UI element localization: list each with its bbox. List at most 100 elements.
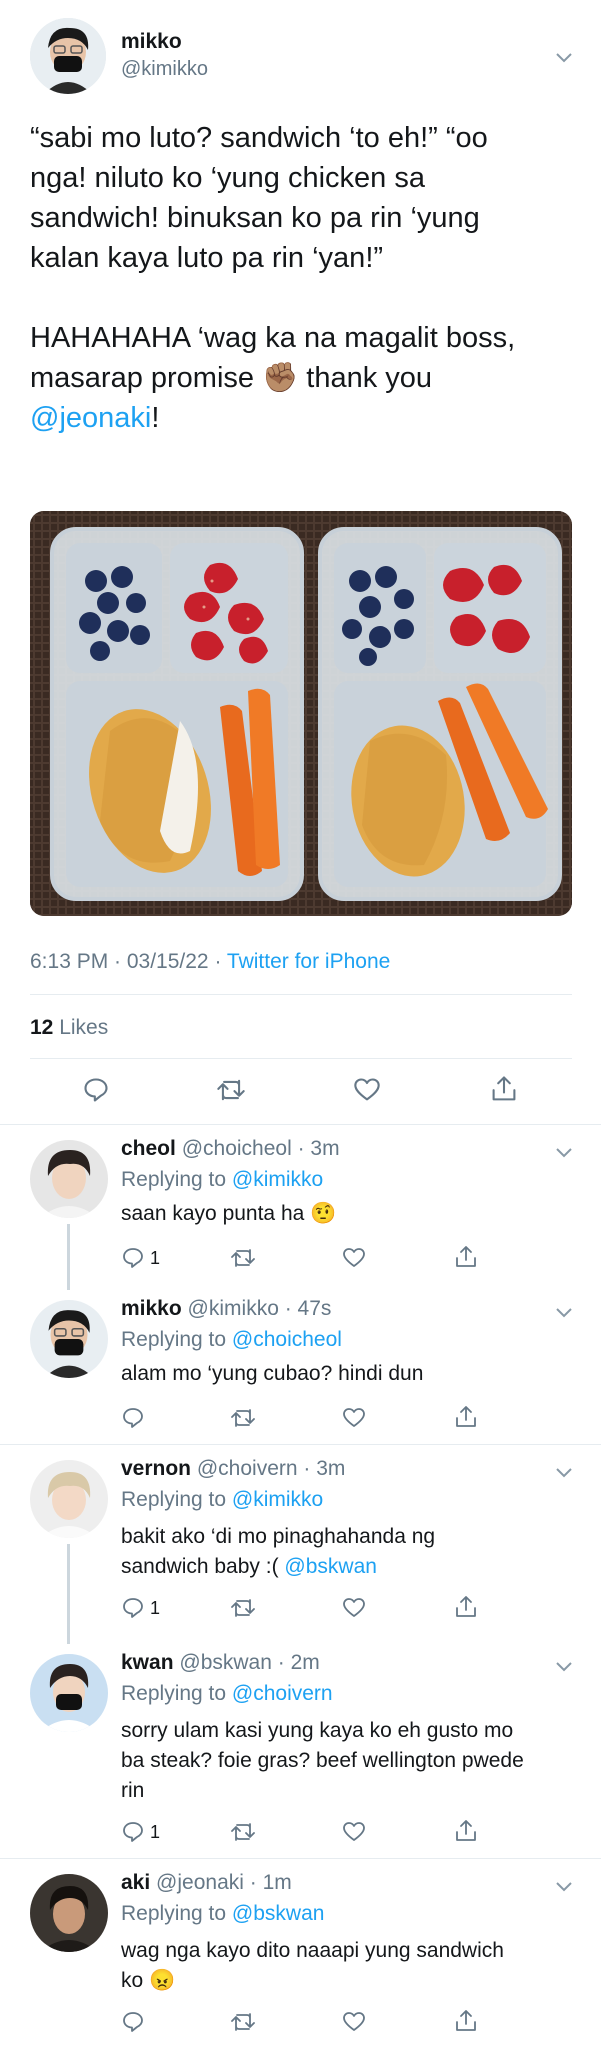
reply-icon[interactable] <box>121 1596 145 1620</box>
reply-author-handle[interactable]: @choicheol <box>182 1137 292 1160</box>
retweet-icon[interactable] <box>230 1820 256 1844</box>
replying-to: Replying to @bskwan <box>121 1902 325 1925</box>
reply-author-handle[interactable]: @bskwan <box>179 1651 272 1674</box>
reply-count: 1 <box>150 1822 161 1842</box>
author-handle[interactable]: @kimikko <box>121 58 208 81</box>
thread-line <box>67 1224 70 1290</box>
reply-time: · 2m <box>271 1651 320 1674</box>
chevron-down-icon[interactable] <box>556 50 572 63</box>
reply-header: vernon @choivern · 3m <box>121 1457 345 1481</box>
reply-author-name[interactable]: cheol <box>121 1137 176 1160</box>
reply-text: bakit ako ‘di mo pinaghahanda ng sandwic… <box>121 1525 436 1578</box>
likes-stat[interactable]: 12 Likes <box>30 1016 108 1040</box>
reply-header: kwan @bskwan · 2m <box>121 1651 320 1675</box>
reply-header: cheol @choicheol · 3m <box>121 1137 340 1161</box>
tweet-text: “sabi mo luto? sandwich ‘to eh!” “oo nga… <box>30 118 575 438</box>
reply-author-handle[interactable]: @jeonaki <box>156 1871 244 1894</box>
share-icon[interactable] <box>454 1404 478 1430</box>
chevron-down-icon[interactable] <box>556 1879 572 1892</box>
replying-to-link[interactable]: @choivern <box>232 1682 333 1705</box>
reply-icon[interactable] <box>82 1076 110 1104</box>
mention-link[interactable]: @bskwan <box>284 1555 377 1578</box>
retweet-icon[interactable] <box>230 2010 256 2034</box>
reply-author-handle[interactable]: @kimikko <box>188 1297 279 1320</box>
tweet-text-line: sandwich! binuksan ko pa rin ‘yung <box>30 202 480 234</box>
reply-author-handle[interactable]: @choivern <box>197 1457 298 1480</box>
like-icon[interactable] <box>342 2010 366 2034</box>
reply-count: 1 <box>150 1598 161 1618</box>
likes-label: Likes <box>59 1016 109 1039</box>
replying-to: Replying to @kimikko <box>121 1168 324 1191</box>
like-icon[interactable] <box>353 1076 381 1104</box>
like-icon[interactable] <box>342 1820 366 1844</box>
reply-count: 1 <box>150 1248 161 1268</box>
share-icon[interactable] <box>490 1074 518 1104</box>
reply-author-name[interactable]: aki <box>121 1871 150 1894</box>
thread-line <box>67 1544 70 1644</box>
reply-text: saan kayo punta ha 🤨 <box>121 1202 337 1225</box>
reply-text: alam mo ‘yung cubao? hindi dun <box>121 1362 424 1385</box>
retweet-icon[interactable] <box>230 1246 256 1270</box>
divider <box>30 1058 572 1059</box>
mention-link[interactable]: @jeonaki <box>30 402 151 434</box>
divider <box>30 994 572 995</box>
divider <box>0 1858 601 1859</box>
share-icon[interactable] <box>454 1594 478 1620</box>
author-avatar[interactable] <box>30 18 106 94</box>
share-icon[interactable] <box>454 1244 478 1270</box>
like-icon[interactable] <box>342 1406 366 1430</box>
tweet-timestamp-row: 6:13 PM · 03/15/22 · Twitter for iPhone <box>30 950 390 974</box>
reply-time: · 3m <box>291 1137 340 1160</box>
replying-to: Replying to @choivern <box>121 1682 333 1705</box>
chevron-down-icon[interactable] <box>556 1659 572 1672</box>
tweet-text-line: nga! niluto ko ‘yung chicken sa <box>30 162 425 194</box>
divider <box>0 1444 601 1445</box>
reply-author-name[interactable]: mikko <box>121 1297 182 1320</box>
like-icon[interactable] <box>342 1596 366 1620</box>
author-name[interactable]: mikko <box>121 30 182 54</box>
reply-time: · 47s <box>278 1297 332 1320</box>
raised-eyebrow-emoji: 🤨 <box>310 1202 337 1225</box>
tweet-text-line: HAHAHAHA ‘wag ka na magalit boss, <box>30 322 516 354</box>
chevron-down-icon[interactable] <box>556 1465 572 1478</box>
reply-avatar[interactable] <box>30 1654 108 1732</box>
share-icon[interactable] <box>454 2008 478 2034</box>
retweet-icon[interactable] <box>230 1596 256 1620</box>
chevron-down-icon[interactable] <box>556 1145 572 1158</box>
retweet-icon[interactable] <box>216 1076 246 1104</box>
reply-icon[interactable] <box>121 2010 145 2034</box>
reply-avatar[interactable] <box>30 1300 108 1378</box>
reply-header: aki @jeonaki · 1m <box>121 1871 292 1895</box>
replying-to-link[interactable]: @kimikko <box>232 1488 323 1511</box>
reply-icon[interactable] <box>121 1246 145 1270</box>
replying-to: Replying to @choicheol <box>121 1328 342 1351</box>
tweet-image[interactable] <box>30 511 572 916</box>
tweet-text-line: masarap promise ✊🏽 thank you <box>30 362 433 394</box>
like-icon[interactable] <box>342 1246 366 1270</box>
reply-text: wag nga kayo dito naaapi yung sandwich k… <box>121 1939 504 1992</box>
tweet-text-line: kalan kaya luto pa rin ‘yan!” <box>30 242 384 274</box>
angry-emoji: 😠 <box>149 1969 176 1992</box>
reply-avatar[interactable] <box>30 1140 108 1218</box>
replying-to-link[interactable]: @kimikko <box>232 1168 323 1191</box>
share-icon[interactable] <box>454 1818 478 1844</box>
reply-icon[interactable] <box>121 1820 145 1844</box>
replying-to: Replying to @kimikko <box>121 1488 324 1511</box>
reply-author-name[interactable]: vernon <box>121 1457 191 1480</box>
reply-avatar[interactable] <box>30 1874 108 1952</box>
reply-icon[interactable] <box>121 1406 145 1430</box>
reply-time: · 1m <box>243 1871 292 1894</box>
replying-to-link[interactable]: @choicheol <box>232 1328 342 1351</box>
tweet-timestamp[interactable]: 6:13 PM · 03/15/22 · <box>30 950 227 973</box>
replying-to-link[interactable]: @bskwan <box>232 1902 325 1925</box>
reply-time: · 3m <box>297 1457 346 1480</box>
likes-count: 12 <box>30 1016 54 1039</box>
tweet-source-link[interactable]: Twitter for iPhone <box>227 950 390 973</box>
retweet-icon[interactable] <box>230 1406 256 1430</box>
tweet-text-line: “sabi mo luto? sandwich ‘to eh!” “oo <box>30 122 488 154</box>
reply-author-name[interactable]: kwan <box>121 1651 174 1674</box>
divider <box>0 1124 601 1125</box>
reply-text: sorry ulam kasi yung kaya ko eh gusto mo… <box>121 1719 524 1802</box>
chevron-down-icon[interactable] <box>556 1305 572 1318</box>
reply-avatar[interactable] <box>30 1460 108 1538</box>
